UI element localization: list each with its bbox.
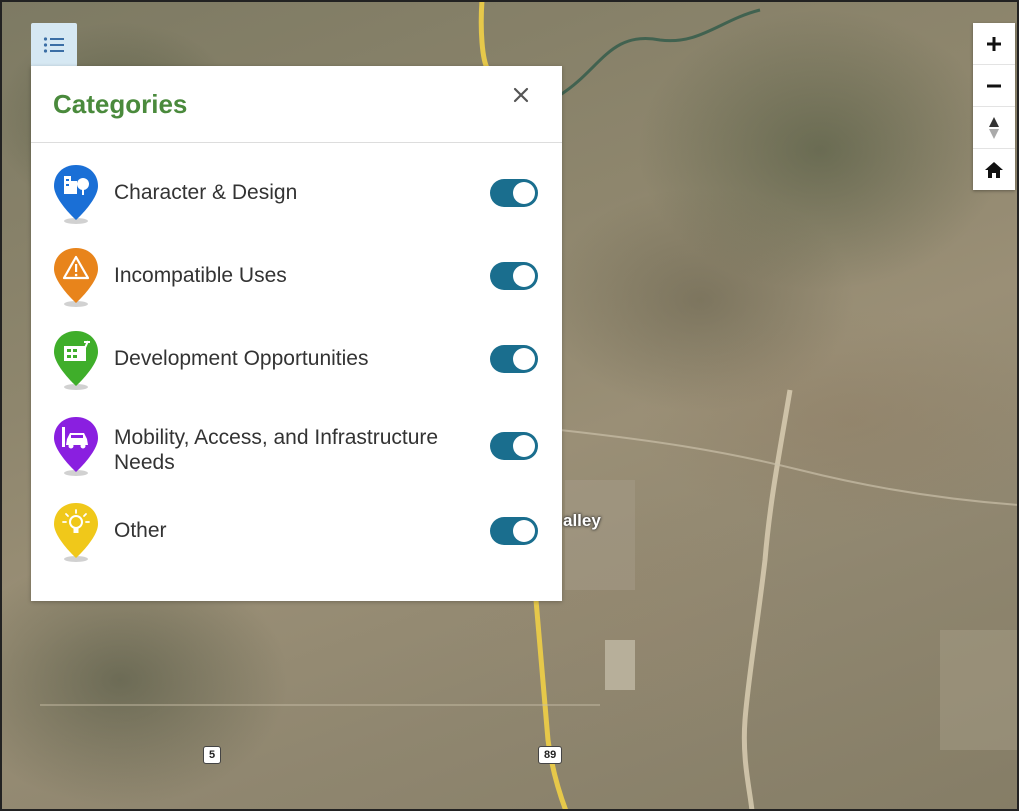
category-label: Other xyxy=(114,519,167,542)
category-toggle-switch[interactable] xyxy=(490,432,538,460)
toggle-knob xyxy=(513,435,535,457)
home-icon xyxy=(985,161,1003,178)
toggle-knob xyxy=(513,182,535,204)
toggle-knob xyxy=(513,348,535,370)
category-item-other: Other xyxy=(31,501,562,571)
category-item-development-opportunities: Development Opportunities xyxy=(31,329,562,399)
zoom-in-button[interactable] xyxy=(973,23,1015,65)
panel-title: Categories xyxy=(53,89,188,119)
home-button[interactable] xyxy=(973,149,1015,190)
place-label: alley xyxy=(563,511,601,530)
plus-icon xyxy=(987,36,1001,51)
minus-icon xyxy=(987,84,1001,87)
category-toggle-switch[interactable] xyxy=(490,179,538,207)
zoom-out-button[interactable] xyxy=(973,65,1015,107)
highway-89-north xyxy=(478,0,491,72)
category-item-character-design: Character & Design xyxy=(31,163,562,233)
list-icon xyxy=(43,37,64,53)
compass-button[interactable] xyxy=(973,107,1015,149)
buildings-tree-icon xyxy=(54,165,98,224)
warning-icon xyxy=(54,248,98,307)
category-label: Development Opportunities xyxy=(114,347,369,370)
category-list-toggle-button[interactable] xyxy=(31,23,77,67)
category-toggle-switch[interactable] xyxy=(490,345,538,373)
close-icon xyxy=(513,87,529,103)
category-label: Mobility, Access, and Infrastructure Nee… xyxy=(114,426,439,474)
lightbulb-icon xyxy=(54,503,98,562)
category-label: Character & Design xyxy=(114,181,298,204)
compass-icon xyxy=(989,116,999,139)
building-crane-icon xyxy=(54,331,98,390)
category-item-mobility-access-infrastructure: Mobility, Access, and Infrastructure Nee… xyxy=(31,415,562,485)
categories-panel: Categories Character & Design Incompatib… xyxy=(31,66,562,601)
map-navigation-controls xyxy=(973,23,1015,190)
category-item-incompatible-uses: Incompatible Uses xyxy=(31,246,562,316)
category-toggle-switch[interactable] xyxy=(490,262,538,290)
map-view[interactable]: alley 5 89 Categories Character & Design… xyxy=(0,0,1019,811)
category-toggle-switch[interactable] xyxy=(490,517,538,545)
close-panel-button[interactable] xyxy=(506,80,536,110)
toggle-knob xyxy=(513,520,535,542)
route-shield-89: 89 xyxy=(538,746,563,764)
car-icon xyxy=(54,417,98,476)
panel-header: Categories xyxy=(31,66,562,143)
toggle-knob xyxy=(513,265,535,287)
category-label: Incompatible Uses xyxy=(114,264,287,287)
route-shield-5: 5 xyxy=(203,746,222,764)
